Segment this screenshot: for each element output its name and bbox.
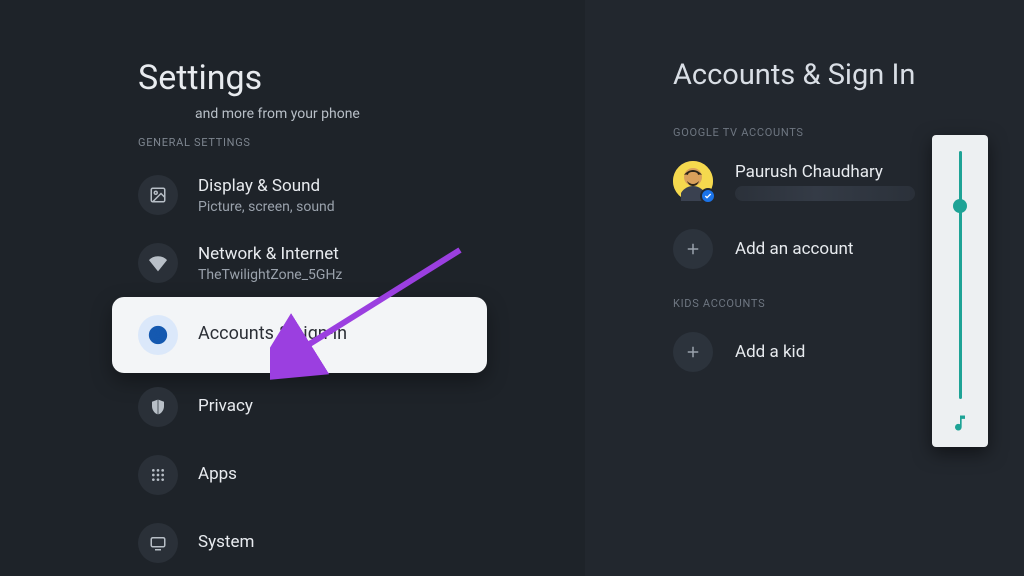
- phone-hint: and more from your phone: [195, 106, 585, 122]
- page-title: Settings: [138, 58, 585, 98]
- menu-item-label: System: [198, 532, 254, 552]
- menu-privacy[interactable]: Privacy: [138, 373, 585, 441]
- plus-icon: [673, 229, 713, 269]
- music-note-icon: [950, 413, 970, 437]
- account-icon: [138, 315, 178, 355]
- system-icon: [138, 523, 178, 563]
- settings-panel: Settings and more from your phone GENERA…: [0, 0, 585, 576]
- wifi-icon: [138, 243, 178, 283]
- add-account-label: Add an account: [735, 239, 853, 259]
- section-general: GENERAL SETTINGS: [138, 136, 585, 149]
- volume-slider[interactable]: [959, 151, 962, 399]
- menu-system[interactable]: System: [138, 509, 585, 576]
- display-icon: [138, 175, 178, 215]
- menu-item-sub: Picture, screen, sound: [198, 199, 335, 215]
- menu-item-label: Apps: [198, 464, 237, 484]
- shield-icon: [138, 387, 178, 427]
- volume-thumb[interactable]: [953, 199, 967, 213]
- account-name: Paurush Chaudhary: [735, 162, 915, 182]
- menu-display-sound[interactable]: Display & Sound Picture, screen, sound: [138, 161, 585, 229]
- add-kid-label: Add a kid: [735, 342, 805, 362]
- menu-apps[interactable]: Apps: [138, 441, 585, 509]
- accounts-title: Accounts & Sign In: [673, 58, 1024, 92]
- apps-icon: [138, 455, 178, 495]
- plus-icon: [673, 332, 713, 372]
- menu-item-label: Network & Internet: [198, 244, 342, 264]
- account-email-redacted: [735, 186, 915, 201]
- menu-item-label: Display & Sound: [198, 176, 335, 196]
- menu-item-label: Accounts & sign-in: [198, 323, 347, 344]
- menu-accounts-signin[interactable]: Accounts & sign-in: [112, 297, 487, 373]
- menu-item-sub: TheTwilightZone_5GHz: [198, 267, 342, 283]
- menu-item-label: Privacy: [198, 396, 253, 416]
- verified-badge-icon: [700, 188, 716, 204]
- menu-network[interactable]: Network & Internet TheTwilightZone_5GHz: [138, 229, 585, 297]
- volume-overlay[interactable]: [932, 135, 988, 447]
- avatar: [673, 161, 713, 201]
